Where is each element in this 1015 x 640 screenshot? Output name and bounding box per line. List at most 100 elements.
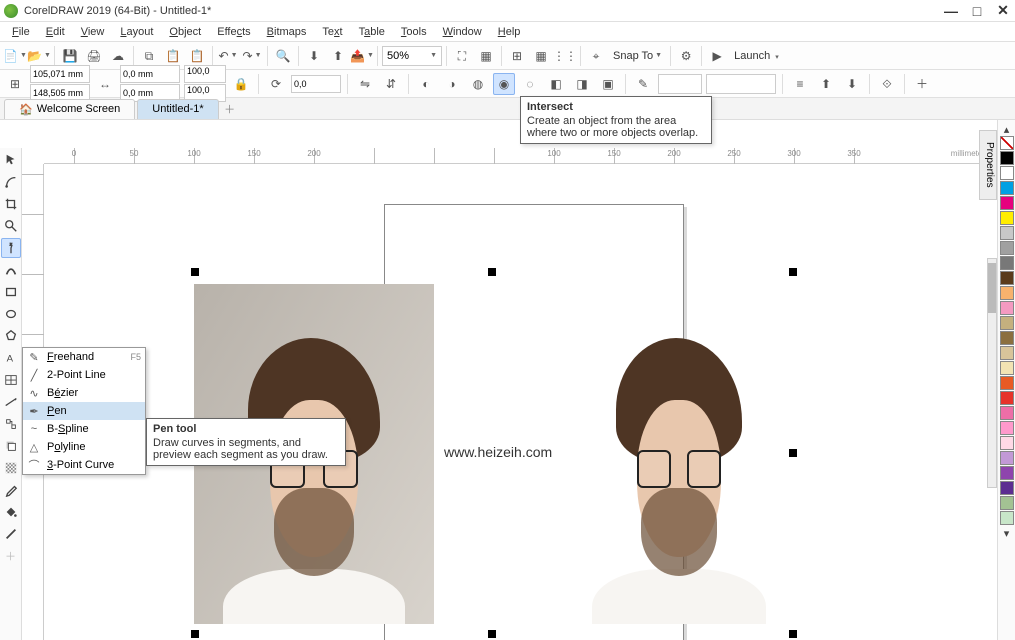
selection-handle-e[interactable] (789, 449, 797, 457)
paste-button[interactable]: 📋 (162, 45, 184, 67)
import-button[interactable]: ⬇ (303, 45, 325, 67)
color-swatch[interactable] (1000, 256, 1014, 270)
flyout-2point-line[interactable]: ╱2-Point Line (23, 366, 145, 384)
launch-menu[interactable]: Launch ▾ (730, 50, 783, 62)
toolbox-add-button[interactable]: ＋ (1, 546, 21, 566)
color-swatch[interactable] (1000, 436, 1014, 450)
to-front-button[interactable]: ⬆ (815, 73, 837, 95)
menu-help[interactable]: Help (490, 24, 529, 40)
flyout-bspline[interactable]: ~B-Spline (23, 420, 145, 438)
properties-docker-tab[interactable]: Properties (979, 130, 997, 200)
undo-button[interactable]: ↶▼ (217, 45, 239, 67)
color-swatch[interactable] (1000, 391, 1014, 405)
open-button[interactable]: 📂▼ (28, 45, 50, 67)
polygon-tool[interactable] (1, 326, 21, 346)
color-swatch[interactable] (1000, 451, 1014, 465)
menu-view[interactable]: View (73, 24, 113, 40)
add-preset-button[interactable]: ＋ (911, 73, 933, 95)
selection-handle-ne[interactable] (789, 268, 797, 276)
snap-to-menu[interactable]: Snap To ▼ (609, 50, 666, 62)
export-button[interactable]: ⬆ (327, 45, 349, 67)
scroll-thumb[interactable] (988, 263, 996, 313)
menu-file[interactable]: File (4, 24, 38, 40)
preview-button[interactable]: ▦ (475, 45, 497, 67)
rectangle-tool[interactable] (1, 282, 21, 302)
mirror-h-button[interactable]: ⇋ (354, 73, 376, 95)
new-button[interactable]: 📄▼ (4, 45, 26, 67)
save-button[interactable]: 💾 (59, 45, 81, 67)
freehand-tool[interactable] (1, 238, 21, 258)
menu-effects[interactable]: Effects (209, 24, 258, 40)
eyedropper-tool[interactable] (1, 480, 21, 500)
menu-text[interactable]: Text (314, 24, 350, 40)
flyout-bezier[interactable]: ∿Bézier (23, 384, 145, 402)
find-button[interactable]: 🔍 (272, 45, 294, 67)
selection-handle-se[interactable] (789, 630, 797, 638)
flyout-freehand[interactable]: ✎FreehandF5 (23, 348, 145, 366)
fill-tool[interactable] (1, 502, 21, 522)
add-tab-button[interactable]: ＋ (221, 100, 239, 118)
lock-ratio-button[interactable]: 🔒 (230, 73, 252, 95)
fullscreen-button[interactable]: ⛶ (451, 45, 473, 67)
color-swatch[interactable] (1000, 421, 1014, 435)
maximize-button[interactable]: □ (969, 3, 985, 19)
color-swatch[interactable] (1000, 406, 1014, 420)
guides-button[interactable]: ⋮⋮ (554, 45, 576, 67)
table-tool[interactable] (1, 370, 21, 390)
grid-button[interactable]: ▦ (530, 45, 552, 67)
color-swatch[interactable] (1000, 226, 1014, 240)
color-swatch[interactable] (1000, 361, 1014, 375)
pick-tool[interactable] (1, 150, 21, 170)
palette-up-button[interactable]: ▴ (997, 122, 1015, 136)
color-swatch[interactable] (1000, 346, 1014, 360)
color-swatch[interactable] (1000, 286, 1014, 300)
menu-edit[interactable]: Edit (38, 24, 73, 40)
shaping-boundary-button[interactable]: ▣ (597, 73, 619, 95)
color-swatch[interactable] (1000, 481, 1014, 495)
color-swatch[interactable] (1000, 301, 1014, 315)
drop-shadow-tool[interactable] (1, 436, 21, 456)
tab-document[interactable]: Untitled-1* (137, 99, 218, 119)
drawing-canvas[interactable]: www.heizeih.com (44, 164, 991, 640)
minimize-button[interactable]: — (943, 3, 959, 19)
zoom-tool[interactable] (1, 216, 21, 236)
text-tool[interactable]: A (1, 348, 21, 368)
flyout-polyline[interactable]: △Polyline (23, 438, 145, 456)
outline-style-combo[interactable] (706, 74, 776, 94)
menu-bitmaps[interactable]: Bitmaps (259, 24, 315, 40)
copy-button[interactable]: ⧉ (138, 45, 160, 67)
selection-handle-nw[interactable] (191, 268, 199, 276)
horizontal-ruler[interactable]: millimeters 0501001502001001502002503003… (44, 148, 991, 164)
mirror-v-button[interactable]: ⇵ (380, 73, 402, 95)
shaping-simplify-button[interactable]: ◌ (519, 73, 541, 95)
menu-object[interactable]: Object (161, 24, 209, 40)
artistic-media-tool[interactable] (1, 260, 21, 280)
color-swatch[interactable] (1000, 496, 1014, 510)
shaping-weld-button[interactable]: ◐ (415, 73, 437, 95)
shaping-front-minus-back-button[interactable]: ◧ (545, 73, 567, 95)
image-cutout[interactable] (564, 284, 794, 624)
shaping-intersect-button[interactable]: ◍ (467, 73, 489, 95)
options-button[interactable]: ⚙ (675, 45, 697, 67)
outline-width-combo[interactable] (658, 74, 702, 94)
flyout-3point-curve[interactable]: ⌒3-Point Curve (23, 456, 145, 474)
color-swatch[interactable] (1000, 466, 1014, 480)
transparency-tool[interactable] (1, 458, 21, 478)
zoom-combo[interactable]: 50%▼ (382, 46, 442, 66)
wrap-text-button[interactable]: ≡ (789, 73, 811, 95)
ellipse-tool[interactable] (1, 304, 21, 324)
color-swatch[interactable] (1000, 166, 1014, 180)
dimension-tool[interactable] (1, 392, 21, 412)
rulers-button[interactable]: ⊞ (506, 45, 528, 67)
palette-down-button[interactable]: ▾ (997, 526, 1015, 540)
connector-tool[interactable] (1, 414, 21, 434)
selection-handle-sw[interactable] (191, 630, 199, 638)
to-back-button[interactable]: ⬇ (841, 73, 863, 95)
crop-tool[interactable] (1, 194, 21, 214)
color-swatch[interactable] (1000, 241, 1014, 255)
shaping-intersect-active-button[interactable]: ◉ (493, 73, 515, 95)
color-swatch[interactable] (1000, 196, 1014, 210)
vertical-scrollbar[interactable] (987, 258, 997, 488)
color-swatch[interactable] (1000, 511, 1014, 525)
flyout-pen[interactable]: ✒Pen (23, 402, 145, 420)
